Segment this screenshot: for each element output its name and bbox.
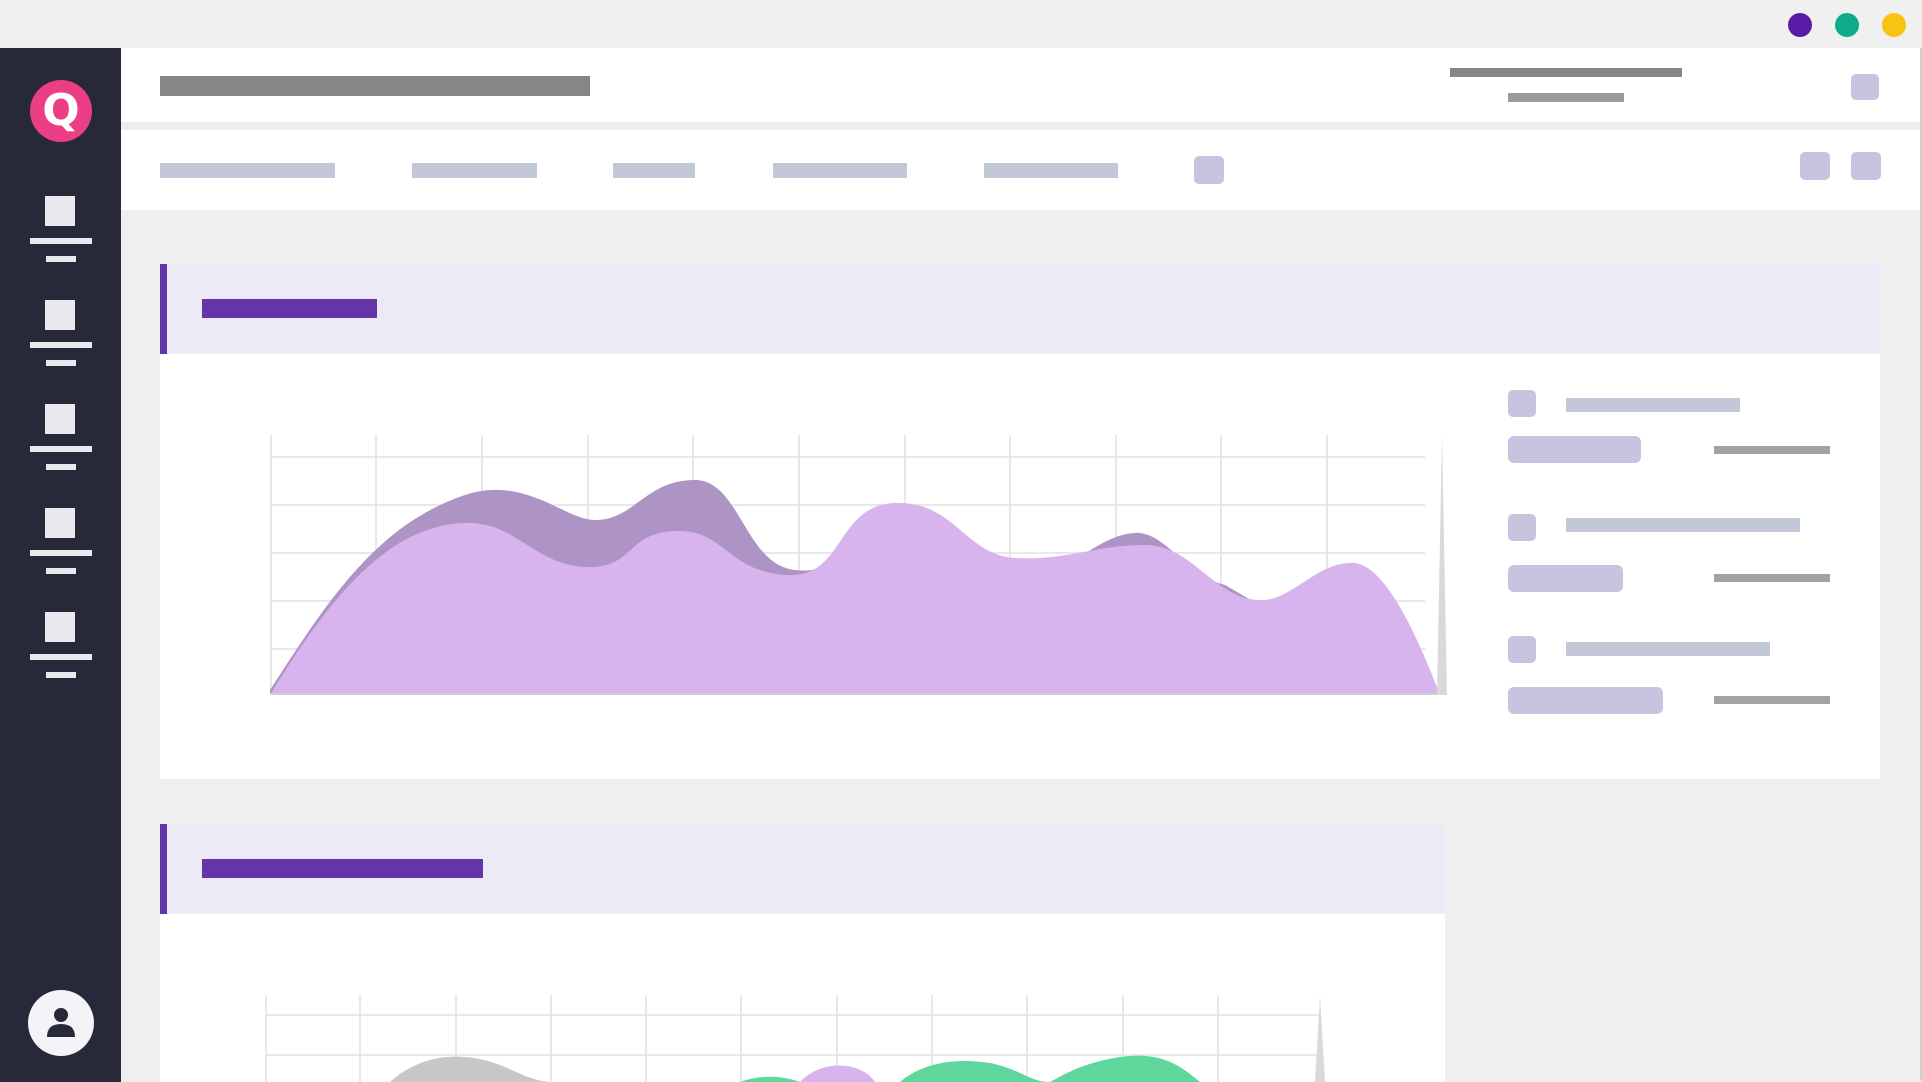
documents-icon (45, 508, 75, 538)
user-name-placeholder (1450, 68, 1682, 77)
nav-line (30, 342, 92, 348)
nav-line (30, 654, 92, 660)
analytics-icon (45, 404, 75, 434)
tab-4[interactable] (773, 163, 907, 178)
nav-line (46, 256, 76, 262)
header-menu-button[interactable] (1851, 74, 1879, 100)
legend-value-line-2 (1714, 574, 1830, 582)
window-control-purple[interactable] (1788, 13, 1812, 37)
user-glyph (47, 1008, 75, 1037)
window-titlebar (0, 0, 1922, 48)
dashboard-icon (45, 196, 75, 226)
chart-legend (1506, 390, 1836, 720)
secondary-area-chart (265, 995, 1325, 1082)
legend-label-3 (1566, 642, 1770, 656)
tab-5[interactable] (984, 163, 1118, 178)
user-avatar-icon[interactable] (28, 990, 94, 1056)
legend-marker-2[interactable] (1508, 514, 1536, 541)
legend-value-line-3 (1714, 696, 1830, 704)
area-series-gray (390, 1056, 550, 1082)
nav-line (46, 360, 76, 366)
chart-panel-main-header (160, 264, 1880, 354)
sidebar-item-dashboard[interactable] (30, 196, 92, 271)
tab-1[interactable] (160, 163, 335, 178)
reports-icon (45, 300, 75, 330)
chart-panel-secondary-title (202, 859, 483, 878)
legend-label-2 (1566, 518, 1800, 532)
chart-panel-main-title (202, 299, 377, 318)
tab-3[interactable] (613, 163, 695, 178)
tab-bar (121, 130, 1920, 210)
add-tab-button[interactable] (1194, 156, 1224, 184)
settings-icon (45, 612, 75, 642)
sidebar-item-reports[interactable] (30, 300, 92, 375)
tab-action-button-2[interactable] (1851, 152, 1881, 180)
nav-line (46, 568, 76, 574)
legend-value-line-1 (1714, 446, 1830, 454)
legend-label-1 (1566, 398, 1740, 412)
window-control-yellow[interactable] (1882, 13, 1906, 37)
sidebar-item-settings[interactable] (30, 612, 92, 687)
area-series-purple (800, 1065, 875, 1082)
nav-line (30, 238, 92, 244)
window-control-green[interactable] (1835, 13, 1859, 37)
legend-marker-1[interactable] (1508, 390, 1536, 417)
main-area-chart (270, 435, 1447, 695)
chart-panel-secondary-header (160, 824, 1445, 914)
nav-line (46, 464, 76, 470)
legend-marker-3[interactable] (1508, 636, 1536, 663)
nav-line (30, 446, 92, 452)
chart-axis-edge (1437, 435, 1447, 695)
page-title-placeholder (160, 76, 590, 96)
sidebar-item-analytics[interactable] (30, 404, 92, 479)
tab-action-button-1[interactable] (1800, 152, 1830, 180)
chart-axis-edge (1315, 995, 1325, 1082)
legend-value-bar-3 (1508, 687, 1663, 714)
nav-line (46, 672, 76, 678)
sidebar-item-documents[interactable] (30, 508, 92, 583)
top-header (121, 48, 1920, 126)
brand-logo[interactable]: Q (30, 80, 92, 142)
user-role-placeholder (1508, 93, 1624, 102)
legend-value-bar-1 (1508, 436, 1641, 463)
tab-2[interactable] (412, 163, 537, 178)
nav-line (30, 550, 92, 556)
legend-value-bar-2 (1508, 565, 1623, 592)
area-series-primary (270, 502, 1440, 695)
